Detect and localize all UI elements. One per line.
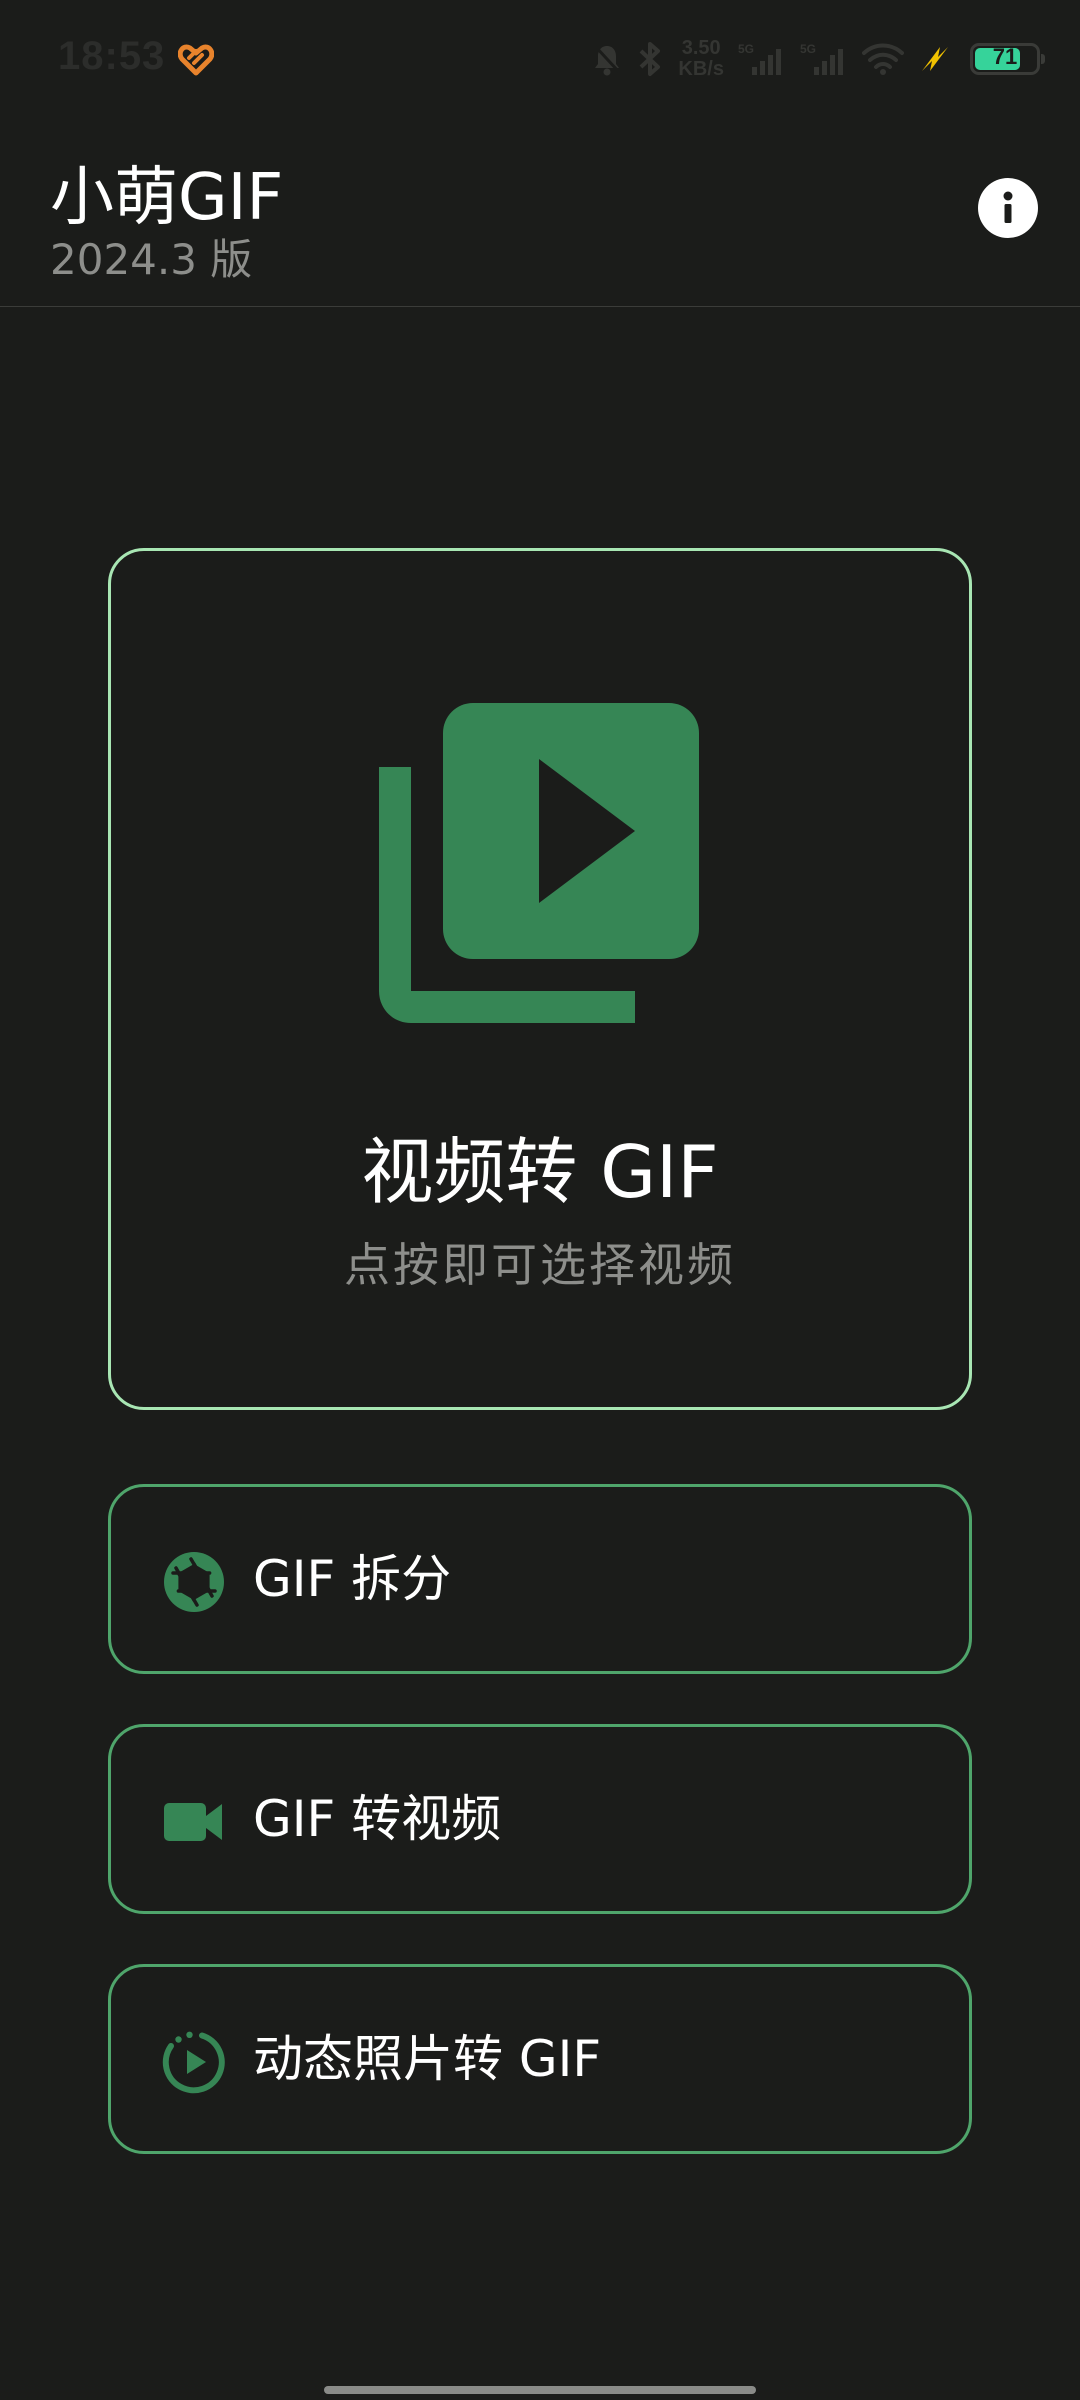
battery-level: 71 [992,44,1018,69]
video-to-gif-card[interactable]: 视频转 GIF 点按即可选择视频 [108,548,972,1410]
info-icon [1003,191,1013,223]
status-icons: 3.50 KB/s 5G 5G 71 [592,36,1045,82]
app-header: 小萌GIF 2024.3 版 [0,118,1080,307]
screen: 18:53 3.50 KB/s 5G 5G 71 小萌GIF 2024.3 版 … [0,0,1080,2400]
motion-photo-to-gif-label: 动态照片转 GIF [253,2030,602,2088]
signal-5g-icon-1: 5G [738,42,781,75]
battery-nub [1041,54,1045,64]
video-library-icon [379,703,699,1023]
network-speed: 3.50 KB/s [678,38,724,80]
motion-photo-icon [162,2031,225,2094]
signal-1-label: 5G [738,42,754,56]
videocam-icon [164,1803,222,1841]
charging-icon [922,47,948,71]
aperture-icon [164,1552,224,1612]
status-bar: 18:53 3.50 KB/s 5G 5G 71 [0,0,1080,118]
status-time: 18:53 [58,34,166,78]
alarm-off-icon [594,44,621,76]
gif-split-button[interactable]: GIF 拆分 [108,1484,972,1674]
network-speed-unit: KB/s [678,58,724,80]
video-to-gif-subtitle: 点按即可选择视频 [344,1238,736,1292]
battery-icon: 71 [970,43,1045,75]
signal-2-label: 5G [800,42,816,56]
gesture-navigation-bar[interactable] [324,2386,756,2394]
motion-photo-to-gif-button[interactable]: 动态照片转 GIF [108,1964,972,2154]
wifi-icon [862,43,904,75]
app-notification-icon [178,44,214,76]
info-button[interactable] [978,178,1038,238]
gif-to-video-button[interactable]: GIF 转视频 [108,1724,972,1914]
gif-to-video-label: GIF 转视频 [253,1790,502,1848]
app-title: 小萌GIF [50,161,284,235]
gif-split-label: GIF 拆分 [253,1550,452,1608]
video-to-gif-title: 视频转 GIF [361,1130,719,1214]
signal-5g-icon-2: 5G [800,42,843,75]
bluetooth-icon [640,42,661,76]
network-speed-value: 3.50 [681,37,721,59]
app-version: 2024.3 版 [50,235,253,284]
